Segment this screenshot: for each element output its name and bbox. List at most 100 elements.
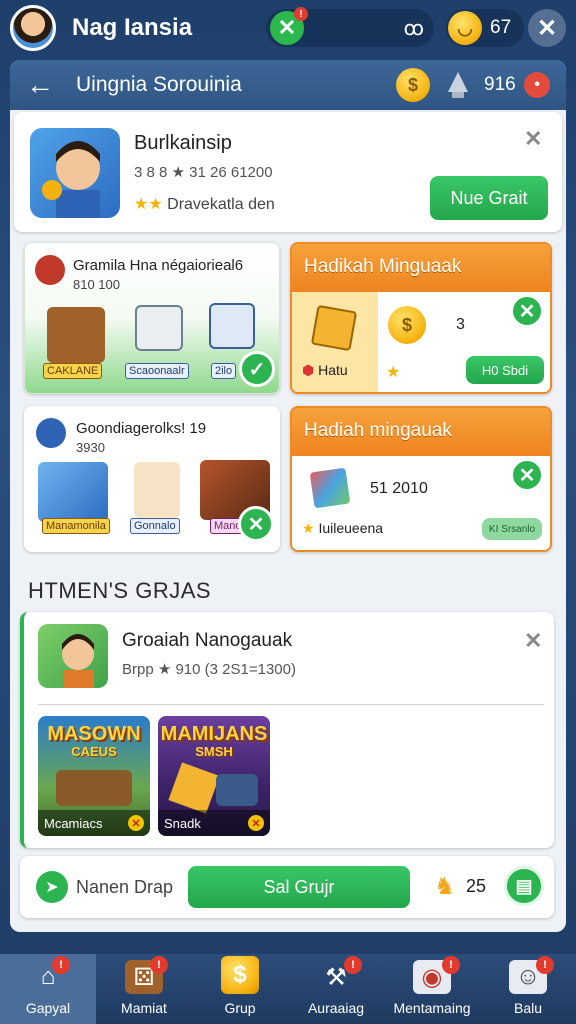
send-icon[interactable]: ➤ [36, 871, 68, 903]
character-icon [38, 462, 108, 522]
weekly-gift-card[interactable]: Hadiah mingauak 51 2010 ✕ ★ Iuileueena K… [290, 406, 552, 552]
claim-button[interactable]: KI Srsanlo [482, 518, 542, 540]
star-icon: ★ [302, 520, 315, 536]
item-label: Gonnalo [130, 518, 180, 534]
bottom-nav: ! ⌂ Gapyal ! ⚄ Mamiat $ Grup ! ⚒ Auraaia… [0, 954, 576, 1024]
smile-coin-icon: ◡ [448, 11, 482, 45]
nav-item-game[interactable]: ! ⚄ Mamiat [96, 954, 192, 1024]
featured-card[interactable]: Burlkainsip 3 8 8 ★ 31 26 61200 ★★ Drave… [14, 112, 562, 232]
notification-badge: ! [344, 956, 362, 974]
card-header: Hadiah mingauak [292, 408, 550, 456]
book-icon [135, 305, 183, 351]
avatar-icon [36, 418, 66, 448]
gold-icon [168, 762, 220, 814]
check-icon[interactable]: ✕ [510, 458, 544, 492]
points-value: 916 [484, 74, 516, 95]
close-button[interactable]: ✕ [528, 9, 566, 47]
coin-icon: $ [396, 68, 430, 102]
claim-button[interactable]: H0 Sbdi [466, 356, 544, 384]
game-label: Mcamiacs [44, 815, 103, 831]
game-title: MAMIJANS [160, 723, 268, 745]
check-icon[interactable]: ✓ [239, 351, 275, 387]
group-meta: Brpp ★ 910 (3 2S1=1300) [122, 661, 296, 678]
menu-icon[interactable]: ▤ [504, 866, 544, 906]
currency-pill[interactable]: ◡ 67 [446, 9, 524, 47]
check-icon[interactable]: ✕ [510, 294, 544, 328]
app-title: Nag Iansia [72, 14, 193, 41]
status-pill[interactable]: ✕ ! ꝏ [266, 7, 434, 47]
item-label: Hatu [318, 362, 348, 378]
crate-icon [47, 307, 105, 363]
rating-label: Dravekatla den [167, 196, 275, 213]
reward-value: 51 2010 [370, 480, 428, 497]
game-tile[interactable]: MAMIJANS SMSH Snadk ✕ [158, 716, 270, 836]
star-icon: ★ [386, 364, 401, 381]
game-tile[interactable]: MASOWN CAEUS Mcamiacs ✕ [38, 716, 150, 836]
collection-card[interactable]: Goondiagerolks! 19 3930 Manamonila Gonna… [24, 406, 280, 552]
close-icon[interactable]: ✕ [128, 815, 144, 831]
nav-item-messages[interactable]: ! ◉ Mentamaing [384, 954, 480, 1024]
game-title: MASOWN [47, 723, 141, 745]
nav-item-home[interactable]: ! ⌂ Gapyal [0, 954, 96, 1024]
featured-meta: 3 8 8 ★ 31 26 61200 [134, 164, 273, 181]
nav-item-bag[interactable]: ! ☺ Balu [480, 954, 576, 1024]
star-icon: ★★ [134, 196, 163, 213]
group-card[interactable]: Groaiah Nanogauak Brpp ★ 910 (3 2S1=1300… [20, 612, 554, 848]
heart-icon: ⬢ [302, 362, 315, 378]
action-label: Nanen Drap [76, 877, 174, 897]
item-label: 2ilo [211, 363, 237, 379]
reward-value: 3 [456, 316, 465, 333]
nav-item-tools[interactable]: ! ⚒ Auraaiag [288, 954, 384, 1024]
notification-badge: ! [294, 7, 308, 21]
card-header: Hadikah Minguaak [292, 244, 550, 292]
group-avatar [38, 624, 108, 688]
back-arrow-icon[interactable]: ← [26, 69, 54, 101]
page-title: Uingnia Sorouinia [76, 73, 242, 96]
featured-avatar [30, 128, 120, 218]
primary-action-button[interactable]: Sal Grujr [188, 866, 410, 908]
coin-icon: $ [388, 306, 426, 344]
card-title: Gramila Hna négaiorieal6 [73, 257, 244, 274]
card-sub: 3930 [76, 440, 105, 455]
featured-action-button[interactable]: Nue Grait [430, 176, 548, 220]
chest-icon [56, 770, 132, 806]
character-icon [134, 462, 180, 518]
badge-icon [35, 255, 65, 285]
horse-icon: ♞ [434, 873, 456, 900]
game-label: Snadk [164, 815, 201, 831]
notification-badge: ! [150, 956, 168, 974]
item-label: Scaoonaalr [125, 363, 189, 379]
section-title: HTMEN'S GRJAS [28, 578, 212, 603]
avatar[interactable] [10, 5, 56, 51]
machine-icon [216, 774, 258, 806]
star-box-icon [310, 304, 358, 352]
group-title: Groaiah Nanogauak [122, 630, 293, 651]
card-sub: 810 100 [73, 277, 120, 292]
divider [38, 704, 544, 705]
card-title: Goondiagerolks! 19 [76, 420, 207, 437]
game-subtitle: SMSH [195, 744, 233, 759]
item-label: Manamonila [42, 518, 110, 534]
rewards-card[interactable]: Gramila Hna négaiorieal6 810 100 CAKLANE… [24, 242, 280, 394]
panel-header: ← Uingnia Sorouinia $ 916 • [10, 60, 566, 110]
notification-badge: ! [52, 956, 70, 974]
weekly-reward-card[interactable]: Hadikah Minguaak ⬢ Hatu $ 3 ✕ ★ H0 Sbdi [290, 242, 552, 394]
main-panel: ← Uingnia Sorouinia $ 916 • Burlkainsip … [10, 60, 566, 932]
item-label: CAKLANE [43, 363, 103, 379]
action-bar: ➤ Nanen Drap Sal Grujr ♞ 25 ▤ [20, 856, 554, 918]
gift-box-icon [309, 467, 351, 509]
more-icon[interactable]: • [524, 72, 550, 98]
check-icon[interactable]: ✕ [238, 506, 274, 542]
game-footer: Mcamiacs ✕ [38, 810, 150, 836]
shuffle-icon[interactable]: ✕ ! [270, 7, 308, 45]
featured-title: Burlkainsip [134, 132, 232, 154]
coin-icon: $ [221, 956, 259, 994]
trophy-icon [444, 70, 472, 100]
notification-badge: ! [442, 956, 460, 974]
close-icon[interactable]: ✕ [524, 628, 542, 654]
close-icon[interactable]: ✕ [248, 815, 264, 831]
close-icon[interactable]: ✕ [524, 126, 542, 152]
game-footer: Snadk ✕ [158, 810, 270, 836]
nav-item-group[interactable]: $ Grup [192, 954, 288, 1024]
swirl-icon: ꝏ [403, 17, 424, 40]
